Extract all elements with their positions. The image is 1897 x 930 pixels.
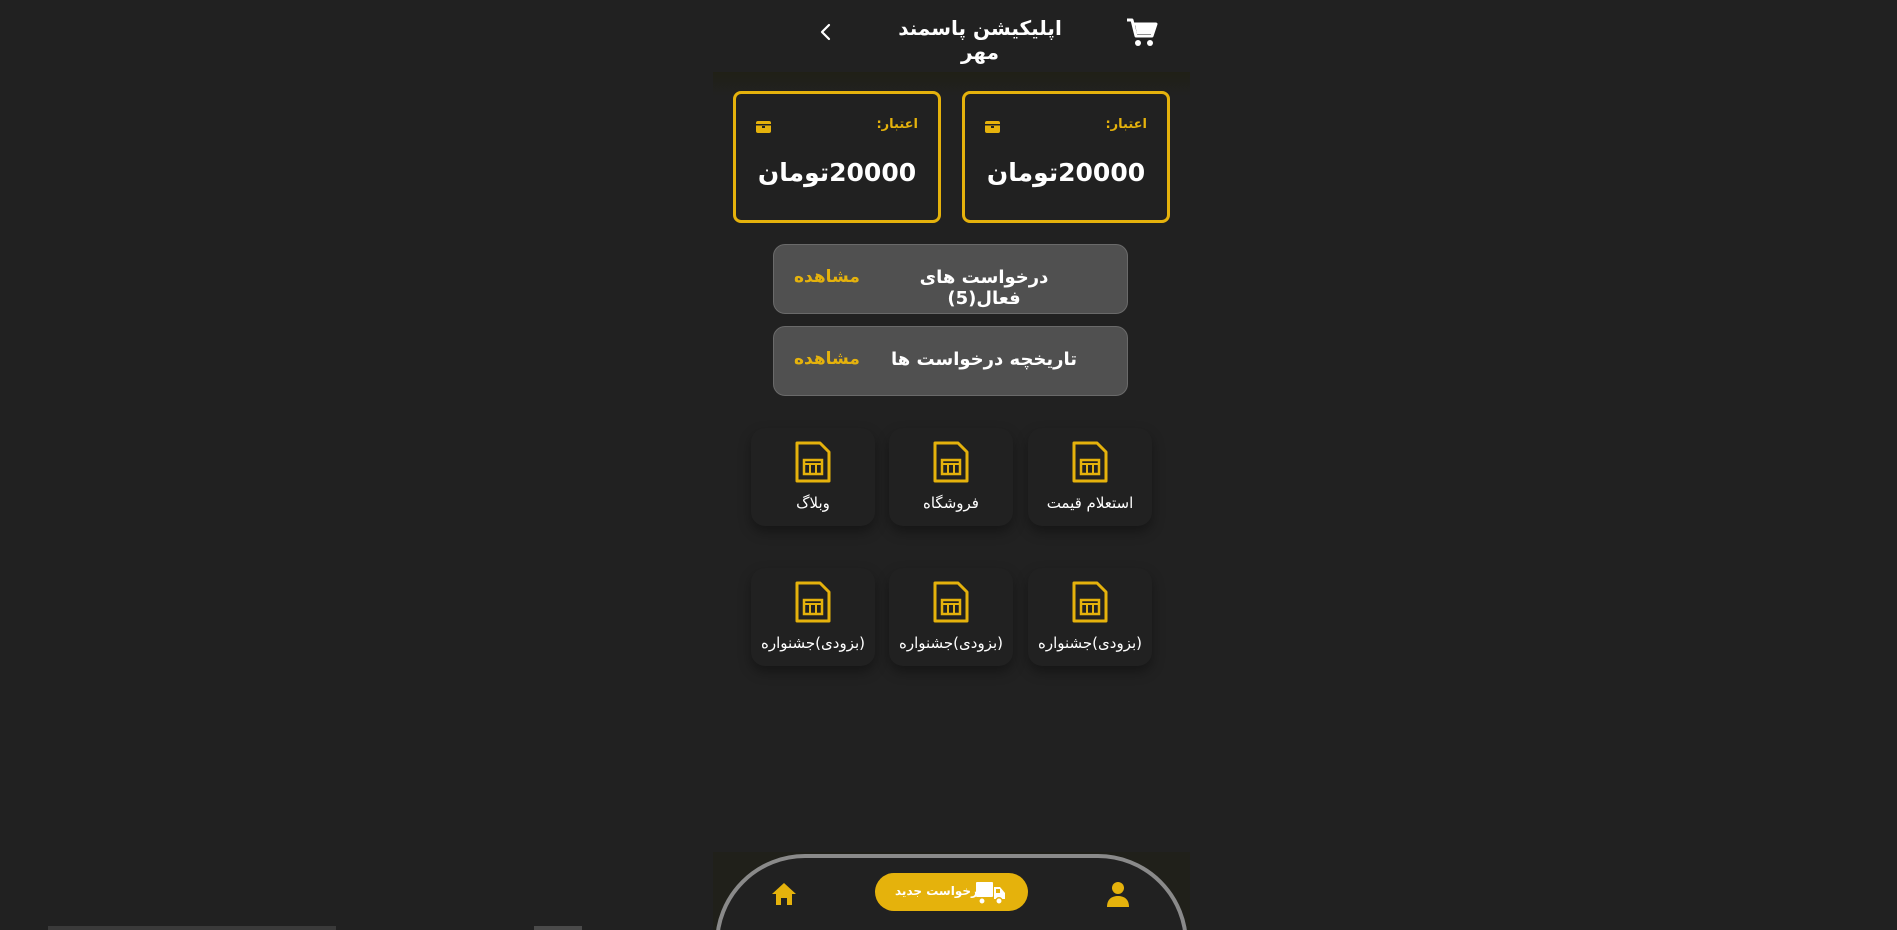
chevron-right-icon (820, 23, 831, 41)
tile-price-inquiry[interactable]: استعلام قیمت (1028, 428, 1152, 526)
request-history-title: تاریخچه درخواست ها (890, 349, 1078, 370)
wallet-icon (985, 121, 1000, 133)
credit-amount: 20000تومان (757, 158, 917, 187)
credit-card[interactable]: اعتبار: 20000تومان (962, 91, 1170, 223)
home-nav-button[interactable] (770, 880, 798, 908)
tile-label: استعلام قیمت (1046, 494, 1134, 512)
sim-card-icon (795, 581, 831, 623)
wallet-icon (756, 121, 771, 133)
new-request-label: درخواست جدید (895, 884, 985, 898)
tile-festival[interactable]: (بزودی)جشنواره (889, 568, 1013, 666)
tile-festival[interactable]: (بزودی)جشنواره (1028, 568, 1152, 666)
active-requests-title: درخواست های فعال(5) (919, 267, 1049, 309)
sim-card-icon (795, 441, 831, 483)
profile-nav-button[interactable] (1106, 880, 1130, 908)
tile-festival[interactable]: (بزودی)جشنواره (751, 568, 875, 666)
app-title: اپلیکیشن پاسمند مهر (898, 16, 1062, 64)
tile-shop[interactable]: فروشگاه (889, 428, 1013, 526)
app-screen: اپلیکیشن پاسمند مهر اعتبار: 20000تومان ا… (0, 0, 1897, 930)
credit-amount: 20000تومان (986, 158, 1146, 187)
tile-label: وبلاگ (796, 494, 830, 512)
credit-label: اعتبار: (1105, 117, 1147, 132)
tile-blog[interactable]: وبلاگ (751, 428, 875, 526)
credit-card[interactable]: اعتبار: 20000تومان (733, 91, 941, 223)
view-active-requests-link[interactable]: مشاهده (794, 267, 860, 287)
home-icon (772, 883, 796, 905)
tile-label: فروشگاه (923, 494, 979, 512)
new-request-button[interactable]: درخواست جدید (875, 873, 1028, 911)
request-history-row[interactable]: مشاهده تاریخچه درخواست ها (773, 326, 1128, 396)
user-icon (1107, 882, 1129, 907)
view-request-history-link[interactable]: مشاهده (794, 349, 860, 369)
active-requests-row[interactable]: مشاهده درخواست های فعال(5) (773, 244, 1128, 314)
scrollbar-track (48, 926, 336, 930)
back-button[interactable] (814, 20, 838, 44)
sim-card-icon (933, 441, 969, 483)
tile-label: (بزودی)جشنواره (898, 634, 1004, 652)
sim-card-icon (933, 581, 969, 623)
credit-label: اعتبار: (876, 117, 918, 132)
tile-label: (بزودی)جشنواره (1037, 634, 1143, 652)
cart-button[interactable] (1124, 14, 1160, 50)
top-bar: اپلیکیشن پاسمند مهر (0, 0, 1897, 64)
tile-label: (بزودی)جشنواره (760, 634, 866, 652)
cart-icon (1127, 18, 1158, 46)
sim-card-icon (1072, 441, 1108, 483)
scrollbar-thumb[interactable] (534, 926, 582, 930)
sim-card-icon (1072, 581, 1108, 623)
truck-icon (976, 882, 1005, 905)
